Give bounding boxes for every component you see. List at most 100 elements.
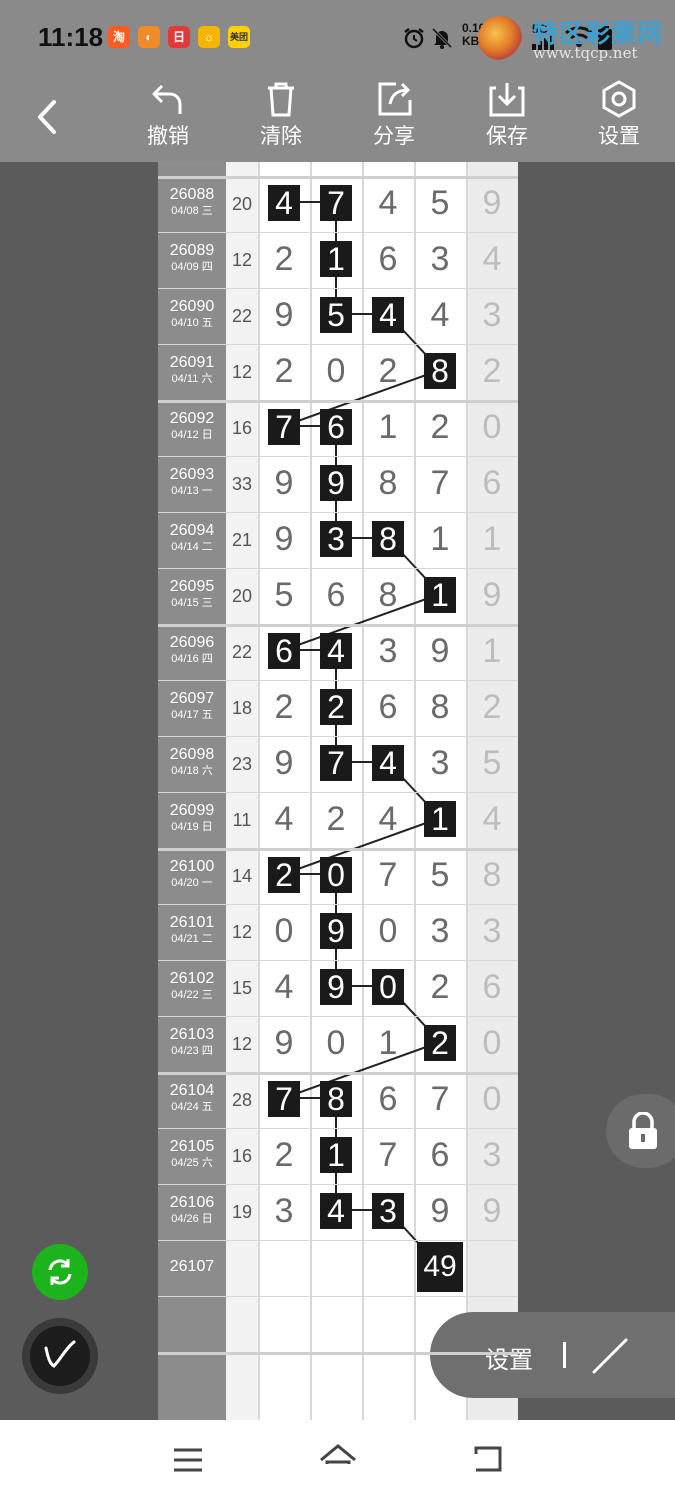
digit-cell[interactable]: 8 — [362, 576, 414, 615]
trash-icon — [268, 82, 294, 117]
digit-cell[interactable]: 9 — [258, 520, 310, 559]
line-tool-icon[interactable] — [590, 1336, 630, 1376]
digit-cell[interactable]: 8 — [414, 688, 466, 727]
digit-cell[interactable]: 9 — [258, 296, 310, 335]
digit-cell[interactable]: 2 — [414, 968, 466, 1007]
digit-cell[interactable]: 9 — [310, 912, 362, 951]
sum-cell: 20 — [231, 194, 253, 214]
digit-cell[interactable]: 4 — [310, 632, 362, 671]
digit-cell[interactable]: 0 — [310, 1024, 362, 1063]
pen-mode-button[interactable] — [22, 1318, 98, 1394]
clear-button[interactable]: 清除 — [241, 80, 321, 156]
digit-cell[interactable]: 6 — [362, 1080, 414, 1119]
digit-cell[interactable]: 2 — [310, 800, 362, 839]
digit-cell[interactable]: 3 — [258, 1192, 310, 1231]
digit-cell[interactable]: 7 — [414, 464, 466, 503]
digit-cell[interactable]: 0 — [362, 912, 414, 951]
digit-cell[interactable]: 9 — [258, 464, 310, 503]
digit-cell[interactable]: 3 — [414, 240, 466, 279]
digit-cell[interactable]: 6 — [258, 632, 310, 671]
row-divider — [158, 960, 518, 961]
sync-button[interactable] — [32, 1244, 88, 1300]
digit-cell[interactable]: 1 — [362, 1024, 414, 1063]
digit-cell[interactable]: 4 — [362, 296, 414, 335]
undo-button[interactable]: 撤销 — [128, 80, 208, 156]
floating-settings-label[interactable]: 设置 — [485, 1340, 533, 1375]
digit-cell[interactable]: 3 — [414, 912, 466, 951]
sum-cell: 22 — [231, 306, 253, 326]
digit-cell[interactable]: 8 — [414, 352, 466, 391]
digit-cell[interactable]: 2 — [310, 688, 362, 727]
digit-cell[interactable]: 7 — [310, 184, 362, 223]
digit-cell[interactable]: 2 — [258, 240, 310, 279]
back-nav-icon[interactable] — [470, 1444, 504, 1474]
digit-cell[interactable]: 9 — [258, 744, 310, 783]
digit-cell[interactable]: 1 — [362, 408, 414, 447]
digit-cell[interactable]: 7 — [258, 408, 310, 447]
digit-cell[interactable]: 9 — [310, 464, 362, 503]
digit-cell[interactable]: 2 — [258, 1136, 310, 1175]
digit-cell[interactable]: 8 — [310, 1080, 362, 1119]
digit-cell[interactable]: 4 — [362, 800, 414, 839]
share-button[interactable]: 分享 — [354, 80, 434, 156]
digit-cell[interactable]: 9 — [310, 968, 362, 1007]
save-button[interactable]: 保存 — [467, 80, 547, 156]
digit-cell[interactable]: 4 — [362, 184, 414, 223]
digit-cell[interactable]: 5 — [258, 576, 310, 615]
row-divider — [158, 400, 518, 403]
digit-cell[interactable]: 7 — [414, 1080, 466, 1119]
digit-cell[interactable]: 7 — [362, 856, 414, 895]
digit-cell[interactable]: 0 — [310, 856, 362, 895]
digit-cell[interactable]: 1 — [310, 240, 362, 279]
digit-cell[interactable]: 5 — [310, 296, 362, 335]
digit-cell[interactable]: 5 — [414, 856, 466, 895]
digit-cell[interactable]: 6 — [362, 240, 414, 279]
digit-cell[interactable]: 2 — [414, 408, 466, 447]
digit-cell[interactable]: 8 — [362, 520, 414, 559]
digit-cell[interactable]: 9 — [258, 1024, 310, 1063]
menu-icon[interactable] — [172, 1446, 204, 1474]
digit-cell[interactable]: 2 — [414, 1024, 466, 1063]
digit-cell[interactable]: 6 — [310, 576, 362, 615]
digit-cell[interactable]: 4 — [258, 184, 310, 223]
digit-cell[interactable]: 0 — [258, 912, 310, 951]
digit-cell[interactable]: 1 — [414, 800, 466, 839]
digit-cell[interactable]: 8 — [362, 464, 414, 503]
digit-cell[interactable]: 7 — [258, 1080, 310, 1119]
digit-cell[interactable]: 3 — [310, 520, 362, 559]
digit-cell[interactable]: 4 — [362, 744, 414, 783]
digit-cell[interactable]: 6 — [362, 688, 414, 727]
digit-cell[interactable]: 1 — [414, 576, 466, 615]
digit-cell[interactable]: 4 — [258, 968, 310, 1007]
digit-cell[interactable]: 2 — [362, 352, 414, 391]
digit-cell[interactable]: 4 — [310, 1192, 362, 1231]
digit-cell[interactable]: 3 — [362, 632, 414, 671]
digit-cell[interactable]: 9 — [414, 1192, 466, 1231]
home-icon[interactable] — [318, 1442, 358, 1476]
digit-cell[interactable]: 2 — [258, 352, 310, 391]
digit-cell[interactable]: 6 — [310, 408, 362, 447]
digit-cell[interactable]: 4 — [414, 296, 466, 335]
digit-cell[interactable]: 7 — [362, 1136, 414, 1175]
digit-cell[interactable]: 9 — [414, 632, 466, 671]
last-digit-cell: 1 — [482, 632, 502, 670]
lock-button[interactable] — [606, 1094, 675, 1168]
settings-button[interactable]: 设置 — [579, 80, 659, 156]
digit-cell[interactable]: 0 — [310, 352, 362, 391]
digit-cell[interactable]: 6 — [414, 1136, 466, 1175]
digit-cell[interactable]: 2 — [258, 856, 310, 895]
last-digit-cell: 6 — [482, 464, 502, 502]
digit-cell[interactable]: 0 — [362, 968, 414, 1007]
lottery-trend-chart[interactable]: 26088 04/08 三 20 4 7 4 5 9 26089 04/09 四 12 2 1 6 3 4 26… — [158, 162, 518, 1420]
digit-cell[interactable]: 3 — [414, 744, 466, 783]
floating-settings-bar[interactable]: 设置 — [430, 1312, 675, 1398]
digit-cell[interactable]: 7 — [310, 744, 362, 783]
digit-cell[interactable]: 2 — [258, 688, 310, 727]
digit-cell[interactable]: 5 — [414, 184, 466, 223]
back-button[interactable] — [26, 90, 66, 142]
digit-cell[interactable]: 3 — [362, 1192, 414, 1231]
digit-cell[interactable]: 49 — [414, 1242, 466, 1292]
digit-cell[interactable]: 1 — [414, 520, 466, 559]
digit-cell[interactable]: 1 — [310, 1136, 362, 1175]
digit-cell[interactable]: 4 — [258, 800, 310, 839]
